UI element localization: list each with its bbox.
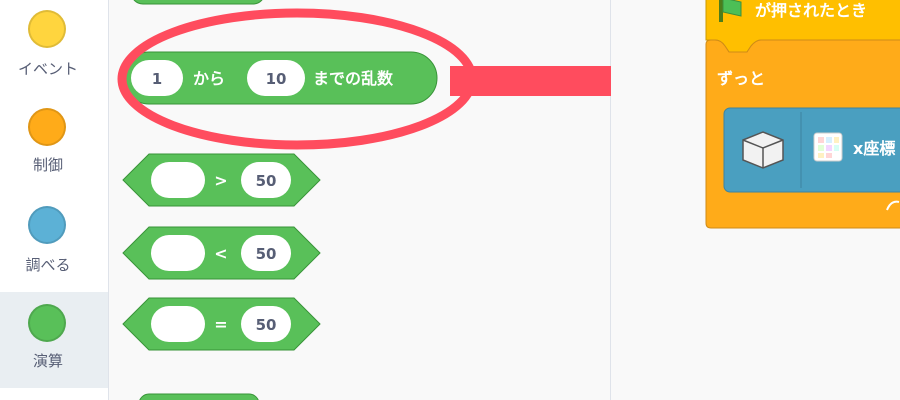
lt-operator: < (214, 244, 227, 263)
code-workspace[interactable]: が押されたとき ずっと x座標 (611, 0, 900, 400)
category-sensing-label: 調べる (25, 256, 71, 274)
flag-pole (719, 0, 723, 22)
eq-operator: = (214, 315, 227, 334)
cube-icon (742, 131, 784, 169)
category-operators[interactable]: 演算 (0, 292, 108, 388)
eq-left-input[interactable] (151, 306, 205, 342)
events-color-dot (28, 10, 66, 48)
inner-block-label: x座標 (853, 139, 895, 158)
random-from-word: から (193, 69, 225, 88)
category-events[interactable]: イベント (0, 0, 108, 96)
greater-than-block[interactable]: > 50 (122, 153, 321, 207)
gt-operator: > (214, 171, 227, 190)
color-grid-icon (813, 132, 843, 162)
eq-right-value: 50 (256, 316, 277, 334)
workspace-canvas: が押されたとき ずっと x座標 (705, 0, 900, 229)
palette-canvas: 1 から 10 までの乱数 > 50 < 50 = 50 (117, 0, 477, 400)
pick-random-block[interactable]: 1 から 10 までの乱数 (122, 51, 438, 105)
equals-block[interactable]: = 50 (122, 297, 321, 351)
category-control-label: 制御 (32, 156, 63, 174)
category-events-label: イベント (17, 60, 78, 78)
hat-block-label: が押されたとき (755, 1, 867, 20)
sensing-color-dot (28, 206, 66, 244)
partial-operator-block[interactable] (131, 0, 265, 5)
operators-color-dot (28, 304, 66, 342)
forever-label: ずっと (717, 69, 765, 88)
gt-right-value: 50 (256, 172, 277, 190)
lt-left-input[interactable] (151, 235, 205, 271)
gt-left-input[interactable] (151, 162, 205, 198)
category-operators-label: 演算 (32, 352, 63, 370)
random-to-value: 10 (266, 70, 287, 88)
partial-operator-block-bottom[interactable] (139, 393, 259, 400)
inner-extension-block[interactable]: x座標 (723, 107, 900, 193)
lt-right-value: 50 (256, 245, 277, 263)
random-to-word: までの乱数 (313, 69, 394, 88)
category-control[interactable]: 制御 (0, 96, 108, 192)
category-sidebar: イベント 制御 調べる 演算 (0, 0, 109, 400)
category-sensing[interactable]: 調べる (0, 194, 108, 290)
block-palette: 1 から 10 までの乱数 > 50 < 50 = 50 (109, 0, 611, 400)
random-from-value: 1 (152, 70, 162, 88)
control-color-dot (28, 108, 66, 146)
less-than-block[interactable]: < 50 (122, 226, 321, 280)
